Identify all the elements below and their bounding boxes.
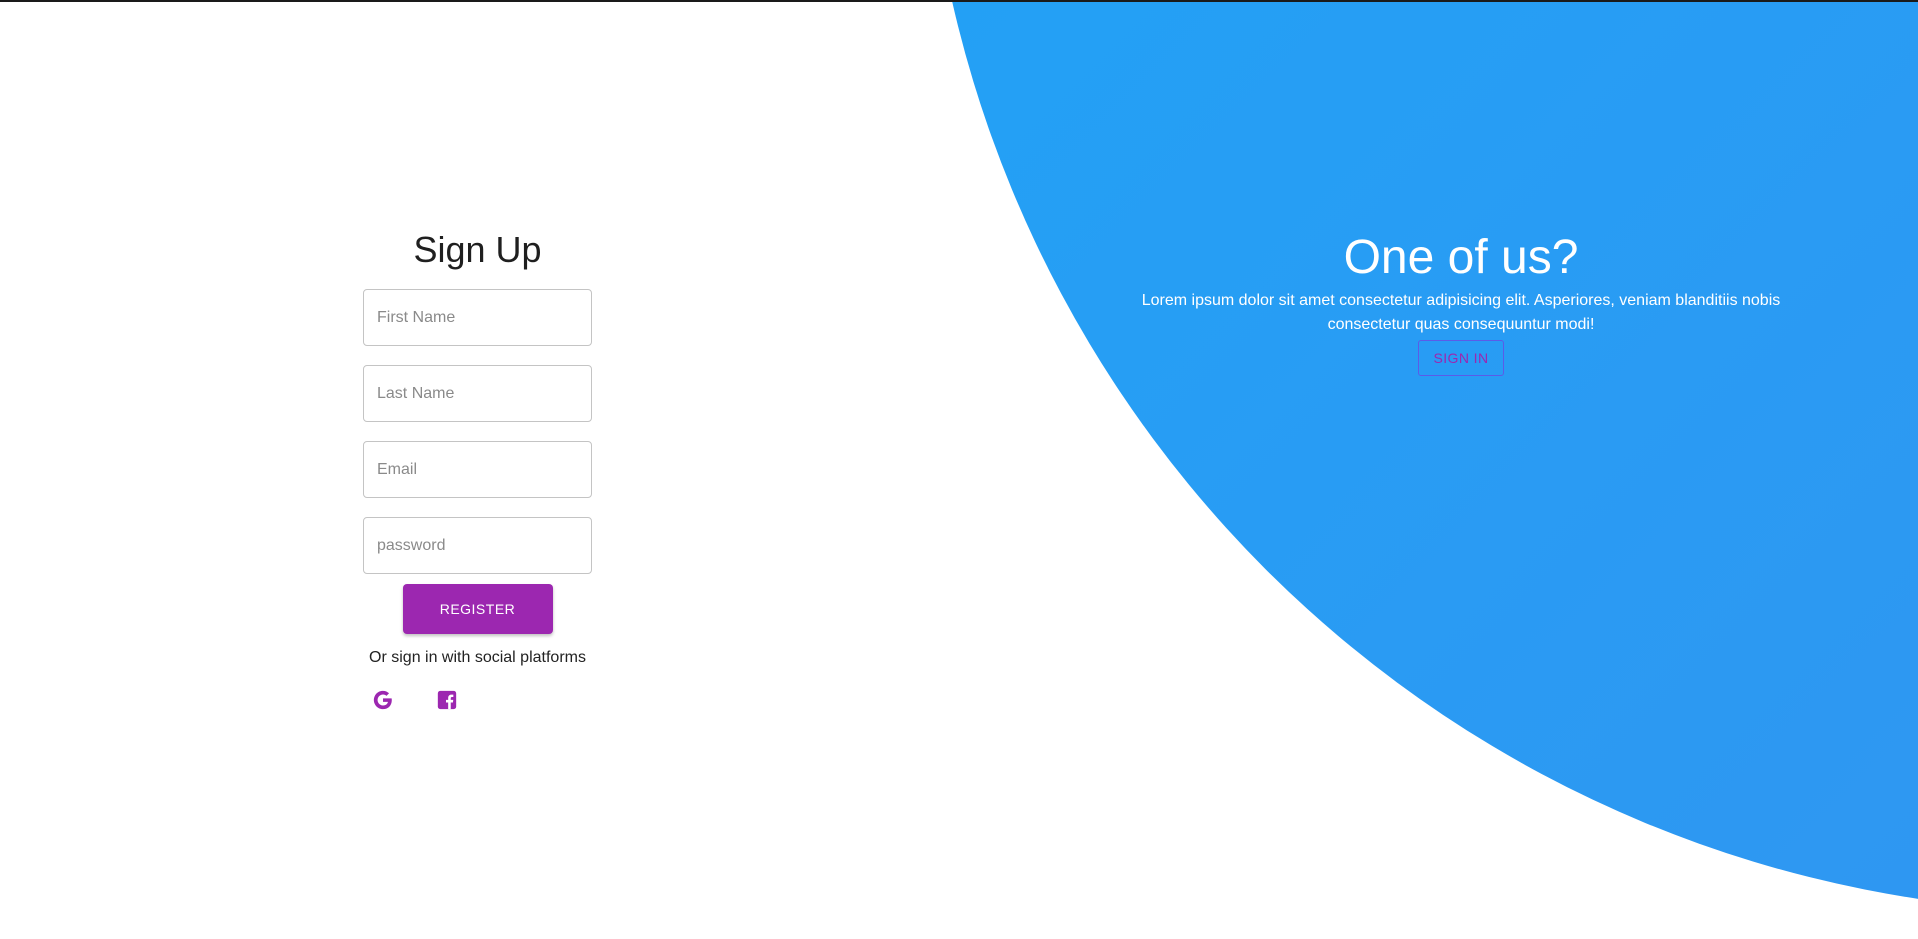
- password-input[interactable]: [363, 517, 592, 574]
- page: Sign Up REGISTER Or sign in with social …: [0, 0, 1918, 939]
- last-name-input[interactable]: [363, 365, 592, 422]
- email-input[interactable]: [363, 441, 592, 498]
- signin-panel: One of us? Lorem ipsum dolor sit amet co…: [1120, 227, 1802, 376]
- register-button[interactable]: REGISTER: [402, 584, 553, 634]
- social-text: Or sign in with social platforms: [369, 649, 586, 666]
- panel-text: Lorem ipsum dolor sit amet consectetur a…: [1141, 292, 1781, 333]
- sign-in-button[interactable]: SIGN IN: [1418, 340, 1504, 376]
- decorative-circle: [923, 2, 1918, 912]
- social-icons: [363, 688, 592, 712]
- signup-form: Sign Up REGISTER Or sign in with social …: [363, 224, 592, 712]
- signup-title: Sign Up: [413, 229, 542, 270]
- google-icon[interactable]: [371, 688, 395, 712]
- first-name-input[interactable]: [363, 289, 592, 346]
- facebook-icon[interactable]: [435, 688, 459, 712]
- panel-title: One of us?: [1343, 231, 1579, 284]
